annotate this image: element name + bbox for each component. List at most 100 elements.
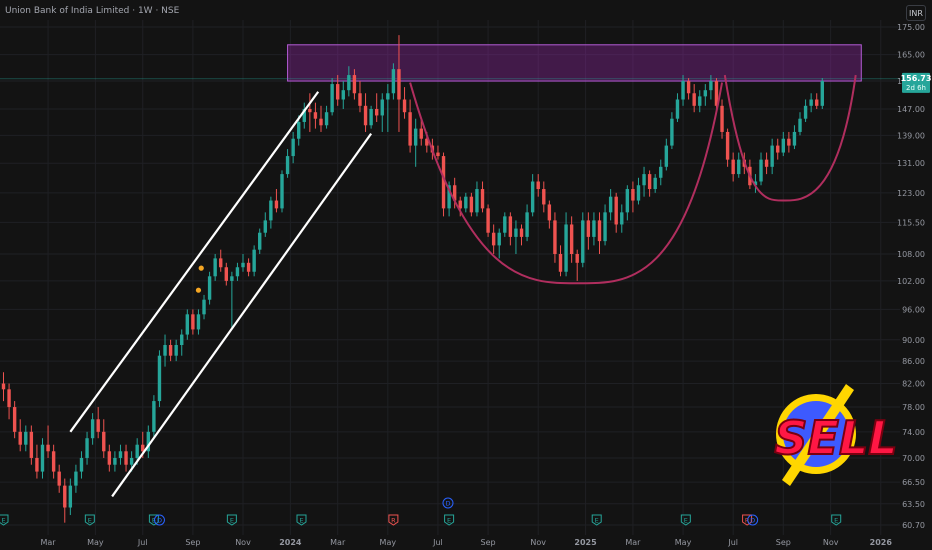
candle <box>302 102 306 129</box>
y-tick-label: 139.00 <box>897 131 925 140</box>
candle-body <box>124 451 128 465</box>
event-marker: D <box>442 497 454 509</box>
candle <box>731 152 735 182</box>
candle <box>642 166 646 197</box>
candle-body <box>659 166 663 178</box>
candle <box>725 128 730 167</box>
candle <box>1 372 6 402</box>
candle-body <box>352 75 357 94</box>
candle-body <box>625 189 630 213</box>
candle <box>185 309 190 340</box>
y-tick-label: 175.00 <box>897 23 925 32</box>
candle-body <box>486 208 490 233</box>
candle <box>213 254 217 281</box>
candle-body <box>731 159 735 175</box>
candle <box>703 84 708 106</box>
candle-body <box>525 212 529 237</box>
candle <box>207 271 212 305</box>
event-marker-label: E <box>299 517 303 525</box>
candle-body <box>603 212 607 242</box>
candle-body <box>581 220 585 263</box>
x-tick-label: Sep <box>185 538 200 547</box>
event-marker: E <box>444 514 455 526</box>
candle-body <box>670 118 674 146</box>
candle-body <box>692 93 696 106</box>
candle-body <box>274 200 279 209</box>
candle-body <box>636 185 641 201</box>
candle-body <box>230 276 234 281</box>
candle-body <box>614 196 618 225</box>
event-marker: D <box>153 514 165 526</box>
x-tick-label: Sep <box>481 538 496 547</box>
candle-body <box>235 267 240 277</box>
candle-body <box>698 96 702 106</box>
candle <box>174 339 178 362</box>
candle <box>581 212 585 268</box>
candle <box>603 204 607 246</box>
candle <box>815 93 819 110</box>
candle-body <box>792 131 797 146</box>
event-marker-label: D <box>157 517 162 525</box>
candle-body <box>597 220 602 242</box>
event-marker-label: E <box>684 517 688 525</box>
candle-body <box>397 69 401 100</box>
candle <box>146 425 151 458</box>
candle-body <box>759 159 763 182</box>
candle-body <box>781 138 785 153</box>
candle-body <box>491 232 496 246</box>
candle-body <box>163 345 167 356</box>
price-chart[interactable]: EEEDEEREDEERDE 175.00165.00156.00147.001… <box>0 0 932 550</box>
candle <box>102 419 106 458</box>
drawing-layer <box>69 74 857 498</box>
candle-body <box>180 334 184 346</box>
candle <box>792 125 797 150</box>
candle <box>168 339 173 362</box>
candle <box>219 249 223 272</box>
event-marker: R <box>388 514 399 526</box>
candle-body <box>85 438 89 458</box>
candle-body <box>213 258 217 277</box>
candle <box>803 99 808 122</box>
candle <box>776 138 780 160</box>
candle <box>358 81 362 113</box>
candle <box>530 174 535 217</box>
candle-body <box>219 258 223 268</box>
candle-body <box>135 444 139 458</box>
candle-body <box>90 419 95 439</box>
candle-body <box>620 212 624 225</box>
candle <box>196 309 201 335</box>
candle <box>631 181 635 213</box>
cup-arc <box>723 74 857 202</box>
candle-body <box>686 81 691 94</box>
candle <box>770 138 774 175</box>
candle-body <box>647 174 652 190</box>
candle-body <box>809 99 813 106</box>
event-marker-label: E <box>88 517 92 525</box>
y-tick-label: 96.00 <box>902 305 925 314</box>
event-layer: E E E D E E R EDE E R D E <box>0 497 842 526</box>
y-tick-label: 70.00 <box>902 454 925 463</box>
candle <box>737 152 741 178</box>
candle-body <box>569 224 574 255</box>
candle-body <box>152 401 156 432</box>
candle-body <box>107 451 112 465</box>
x-tick-label: 2026 <box>870 538 893 547</box>
candle-body <box>820 81 824 106</box>
candle-body <box>330 84 334 113</box>
candle <box>413 118 418 167</box>
event-marker-label: E <box>595 517 599 525</box>
candle <box>547 200 552 229</box>
candle-body <box>74 471 78 486</box>
y-tick-label: 115.50 <box>897 218 925 227</box>
candle <box>263 212 267 237</box>
candle-body <box>246 262 251 272</box>
candle <box>436 145 440 160</box>
candle <box>608 189 613 221</box>
marker-layer <box>195 265 204 293</box>
candle <box>653 174 657 193</box>
y-tick-label: 147.00 <box>897 105 925 114</box>
last-price-label: 156.73 <box>901 74 932 83</box>
candle-body <box>776 145 780 153</box>
candle-body <box>319 118 323 126</box>
event-marker: E <box>84 514 95 526</box>
